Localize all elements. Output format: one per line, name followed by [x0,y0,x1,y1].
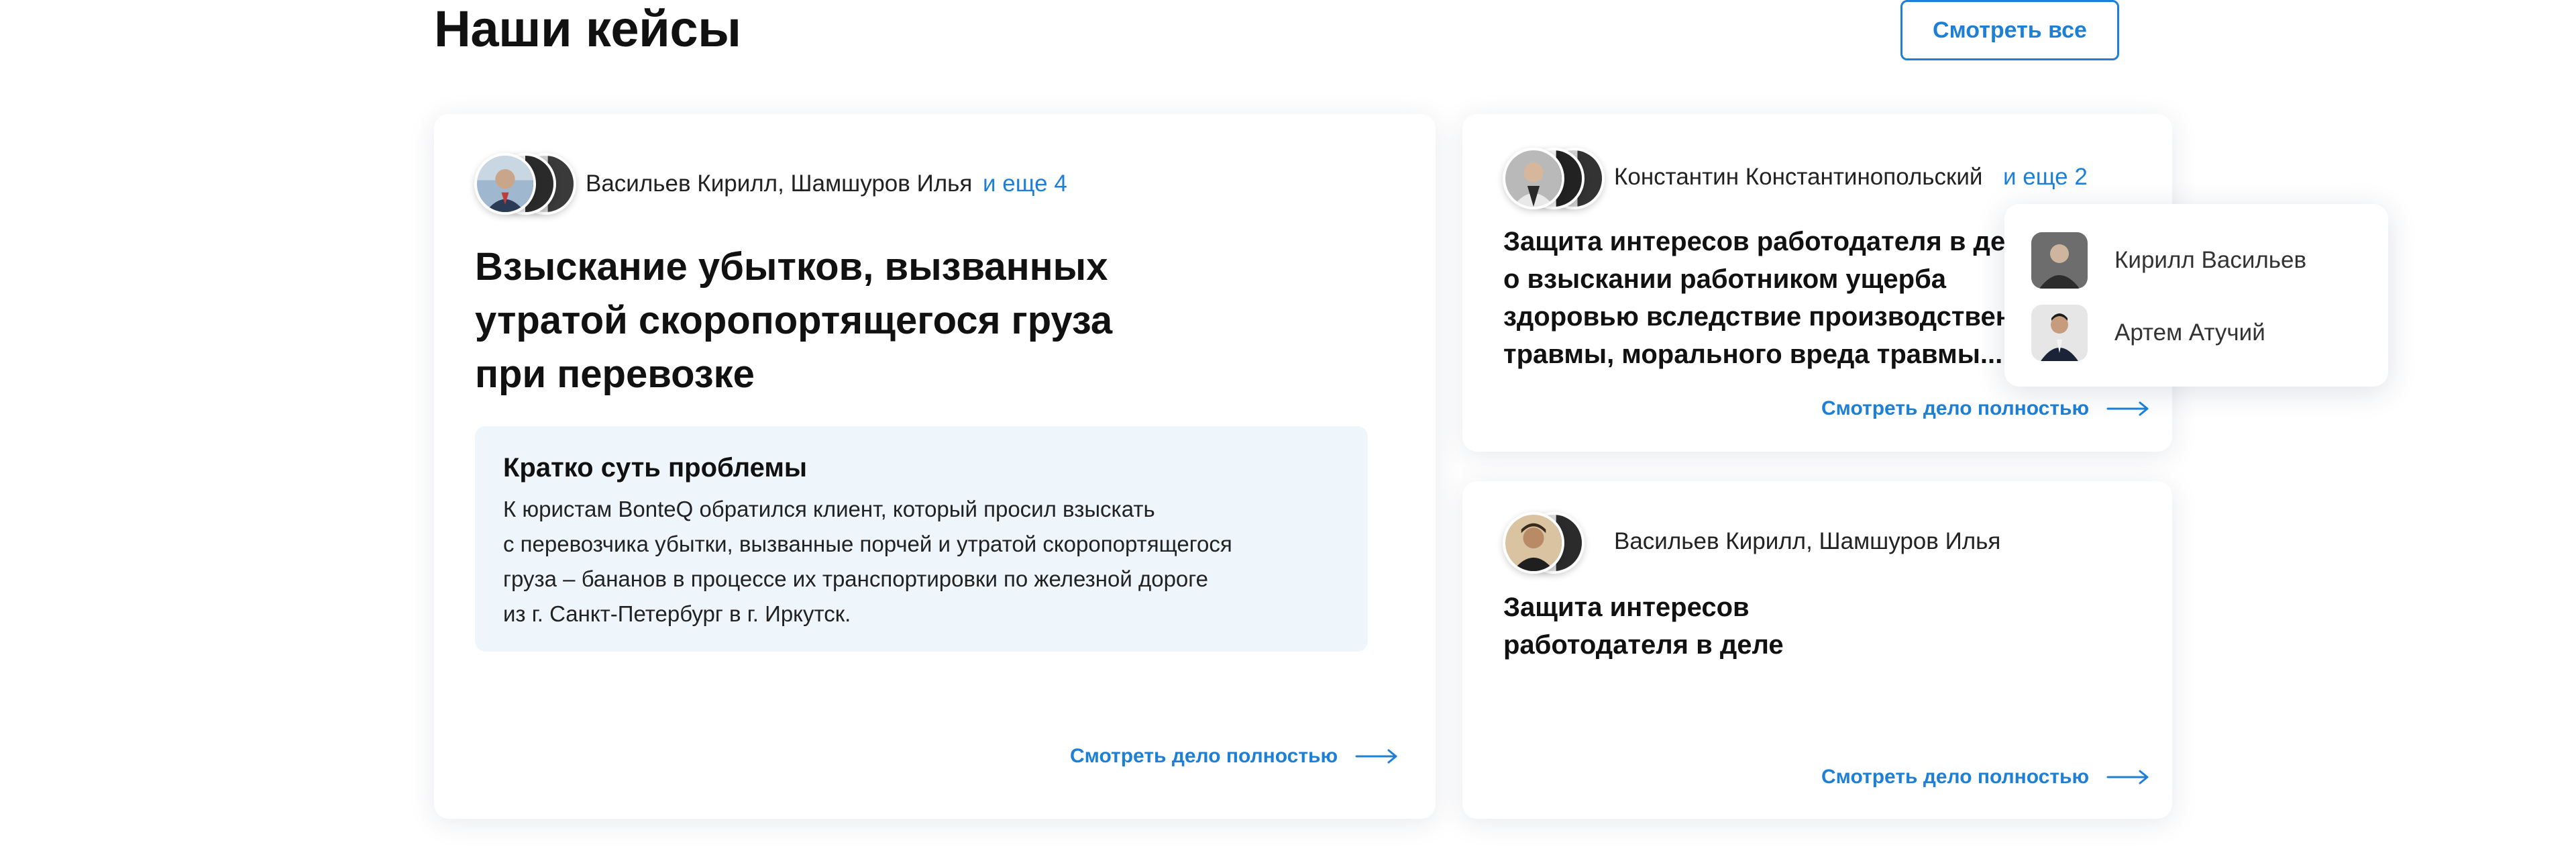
case-card-3[interactable]: Васильев Кирилл, Шамшуров Илья Защита ин… [1462,481,2172,819]
case-heading[interactable]: Защита интересов работодателя в деле [1503,589,1784,664]
more-authors-popup: Кирилл Васильев Артем Атучий [2004,204,2388,387]
avatar [2031,305,2088,361]
avatar [1503,512,1564,574]
avatar [2031,232,2088,289]
problem-summary: Кратко суть проблемы К юристам BonteQ об… [475,426,1368,652]
avatar [474,153,536,215]
arrow-right-icon [2106,770,2149,785]
popup-person-name: Артем Атучий [2114,319,2265,346]
popup-person[interactable]: Кирилл Васильев [2031,232,2306,289]
view-case-link[interactable]: Смотреть дело полностью [1821,766,2149,789]
author-avatars [1503,512,1585,574]
popup-person[interactable]: Артем Атучий [2031,305,2265,361]
more-authors-link[interactable]: и еще 2 [2003,164,2088,191]
arrow-right-icon [2106,401,2149,416]
case-authors: Васильев Кирилл, Шамшуров Илья [586,170,973,197]
case-heading[interactable]: Защита интересов работодателя в деле о в… [1503,223,2061,373]
summary-title: Кратко суть проблемы [503,453,808,483]
author-avatars [1503,148,1605,209]
page-title: Наши кейсы [434,1,741,58]
author-avatars [474,153,576,215]
view-case-link[interactable]: Смотреть дело полностью [1070,745,1398,768]
view-all-button[interactable]: Смотреть все [1900,0,2119,60]
case-card-1[interactable]: Васильев Кирилл, Шамшуров Илья и еще 4 В… [434,114,1436,819]
arrow-right-icon [1355,749,1397,764]
case-authors: Васильев Кирилл, Шамшуров Илья [1614,528,2001,554]
summary-text: К юристам BonteQ обратился клиент, котор… [503,497,1232,626]
avatar [1503,148,1564,209]
case-heading[interactable]: Взыскание убытков, вызванных утратой ско… [475,240,1112,401]
more-authors-link[interactable]: и еще 4 [983,170,1067,197]
case-authors: Константин Константинопольский [1614,164,1983,190]
popup-person-name: Кирилл Васильев [2114,247,2307,273]
view-case-link[interactable]: Смотреть дело полностью [1821,397,2149,420]
